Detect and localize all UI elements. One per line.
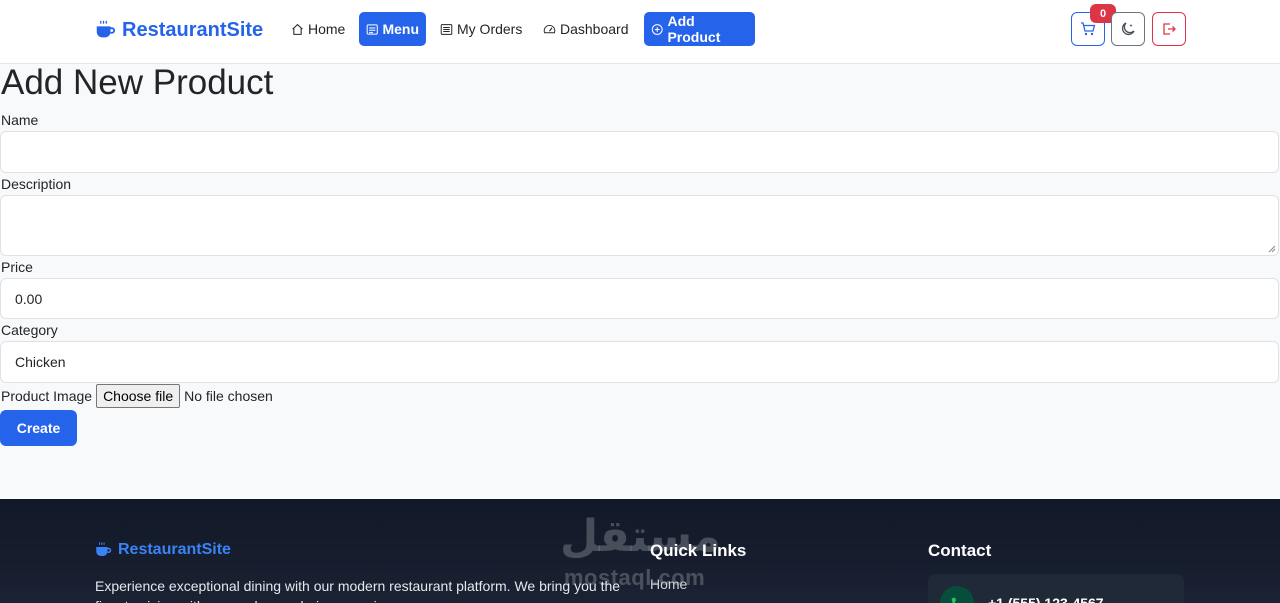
description-label: Description [1,176,72,192]
navbar: RestaurantSite Home Menu My Orders Dashb… [0,0,1280,64]
name-label: Name [1,112,39,128]
product-image-label: Product Image [1,388,93,404]
speedometer-icon [543,24,556,33]
price-value: 0.00 [15,290,43,307]
logout-icon [1163,23,1176,35]
phone-icon [951,597,957,603]
nav-home[interactable]: Home [284,12,352,46]
theme-toggle-button[interactable] [1111,12,1145,46]
page-title: Add New Product [1,63,274,102]
category-select[interactable]: Chicken [0,341,1279,383]
nav-add-product[interactable]: Add Product [644,12,755,46]
nav-dashboard-label: Dashboard [560,21,629,37]
category-value: Chicken [15,354,66,370]
plus-circle-icon [651,23,663,35]
nav-add-product-label: Add Product [667,13,721,45]
footer-link-home[interactable]: Home [650,576,687,592]
nav-dashboard[interactable]: Dashboard [536,12,636,46]
nav-home-label: Home [308,21,346,37]
price-label: Price [1,259,33,275]
coffee-cup-icon [96,542,112,556]
brand-name: RestaurantSite [122,18,264,41]
file-status-text: No file chosen [184,388,273,404]
list-icon [440,23,453,35]
name-input[interactable] [0,131,1279,173]
footer-brand-name: RestaurantSite [118,541,231,558]
coffee-cup-icon [96,20,116,38]
footer-brand[interactable]: RestaurantSite [94,541,231,559]
choose-file-button[interactable]: Choose file [96,384,181,408]
category-label: Category [1,322,58,338]
menu-icon [366,23,378,35]
create-button[interactable]: Create [0,410,77,446]
cart-icon [1081,22,1096,36]
nav-my-orders[interactable]: My Orders [433,12,529,46]
nav-menu[interactable]: Menu [359,12,426,46]
house-icon [292,23,303,35]
nav-menu-label: Menu [382,21,419,37]
nav-my-orders-label: My Orders [457,21,523,37]
moon-stars-icon [1122,22,1135,35]
price-input[interactable]: 0.00 [0,278,1279,319]
product-image-row: Product Image Choose file No file chosen [1,384,273,408]
brand-link[interactable]: RestaurantSite [94,16,263,44]
contact-phone-card: +1 (555) 123-4567 [928,574,1184,603]
description-textarea[interactable] [0,195,1279,256]
phone-number: +1 (555) 123-4567 [988,595,1104,603]
quick-links-heading: Quick Links [650,541,747,560]
logout-button[interactable] [1152,12,1186,46]
contact-heading: Contact [928,541,992,560]
footer-description: Experience exceptional dining with our m… [95,578,621,603]
footer: RestaurantSite Experience exceptional di… [0,499,1280,603]
phone-icon-wrap [940,586,974,603]
resize-grip-icon[interactable] [1268,245,1276,253]
